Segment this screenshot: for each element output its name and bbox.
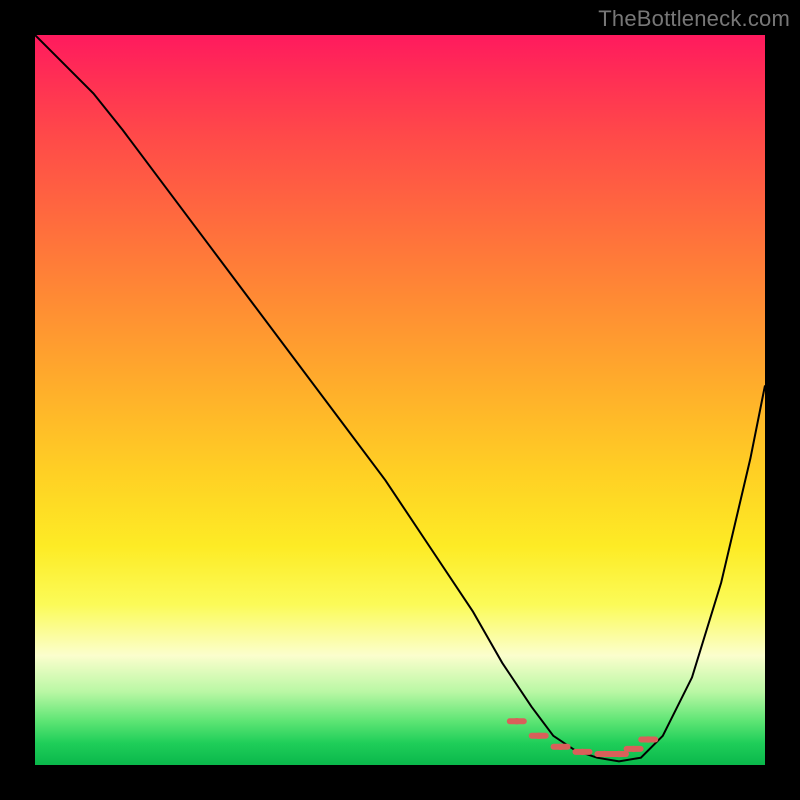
trough-marker-dot [630,746,636,752]
trough-marker-dot [601,751,607,757]
trough-marker-dot [514,718,520,724]
trough-marker-dot [645,736,651,742]
watermark-text: TheBottleneck.com [598,6,790,32]
bottleneck-curve [35,35,765,765]
chart-frame: TheBottleneck.com [0,0,800,800]
trough-markers [510,718,655,757]
trough-marker-dot [579,749,585,755]
trough-marker-dot [536,733,542,739]
curve-path [35,35,765,761]
trough-marker-dot [557,744,563,750]
trough-marker-dot [616,751,622,757]
